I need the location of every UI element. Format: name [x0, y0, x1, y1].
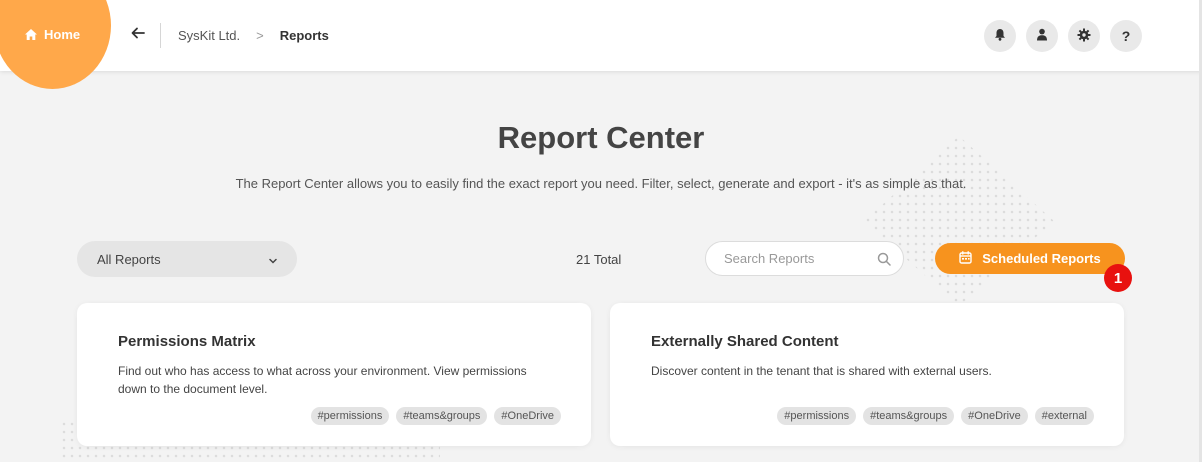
report-card-title: Permissions Matrix [118, 333, 256, 350]
page-subtitle: The Report Center allows you to easily f… [235, 176, 967, 191]
search-icon[interactable] [877, 252, 891, 266]
gear-icon [1077, 28, 1091, 45]
total-count: 21 Total [576, 252, 622, 267]
notifications-button[interactable] [984, 20, 1016, 52]
tag[interactable]: #teams&groups [863, 407, 955, 425]
breadcrumb-current: Reports [279, 28, 329, 43]
home-label: Home [44, 27, 81, 42]
report-card-tags: #permissions #teams&groups #OneDrive [310, 407, 561, 425]
help-button[interactable]: ? [1110, 20, 1142, 52]
page-title: Report Center [497, 120, 705, 155]
report-card-description: Find out who has access to what across y… [118, 364, 527, 396]
calendar-icon [959, 250, 972, 267]
report-card-tags: #permissions #teams&groups #OneDrive #ex… [777, 407, 1094, 425]
tag[interactable]: #teams&groups [396, 407, 488, 425]
breadcrumb-parent[interactable]: SysKit Ltd. [178, 28, 240, 43]
home-button[interactable]: Home [24, 27, 80, 42]
bell-icon [994, 28, 1006, 44]
scheduled-reports-label: Scheduled Reports [982, 251, 1101, 266]
scheduled-reports-button[interactable]: Scheduled Reports [935, 243, 1125, 274]
tag[interactable]: #external [1034, 407, 1094, 425]
report-filter-value: All Reports [97, 251, 161, 267]
tag[interactable]: #permissions [777, 407, 857, 425]
back-button[interactable] [128, 25, 148, 45]
breadcrumb-separator: > [256, 28, 264, 43]
help-icon: ? [1121, 28, 1131, 44]
report-filter-dropdown[interactable]: All Reports [77, 241, 297, 277]
tag[interactable]: #OneDrive [961, 407, 1028, 425]
report-card-externally-shared-content[interactable]: Externally Shared Content Discover conte… [610, 303, 1124, 446]
report-card-permissions-matrix[interactable]: Permissions Matrix Find out who has acce… [77, 303, 591, 446]
step-badge: 1 [1104, 264, 1132, 292]
settings-button[interactable] [1068, 20, 1100, 52]
report-card-title: Externally Shared Content [651, 333, 839, 350]
top-bar: Home SysKit Ltd. > Reports ? [0, 0, 1202, 89]
home-blob [0, 0, 111, 89]
tag[interactable]: #permissions [310, 407, 390, 425]
chevron-down-icon [269, 252, 277, 267]
user-icon [1036, 28, 1048, 44]
tag[interactable]: #OneDrive [494, 407, 561, 425]
search-box [705, 241, 904, 276]
header-divider [160, 23, 161, 48]
header-actions: ? [984, 20, 1142, 52]
home-icon [24, 28, 38, 41]
decorative-dot-pattern [864, 136, 1054, 306]
arrow-left-icon [131, 26, 145, 44]
breadcrumb: SysKit Ltd. > Reports [178, 28, 329, 43]
profile-button[interactable] [1026, 20, 1058, 52]
search-input[interactable] [724, 251, 864, 266]
report-card-description: Discover content in the tenant that is s… [651, 364, 992, 378]
